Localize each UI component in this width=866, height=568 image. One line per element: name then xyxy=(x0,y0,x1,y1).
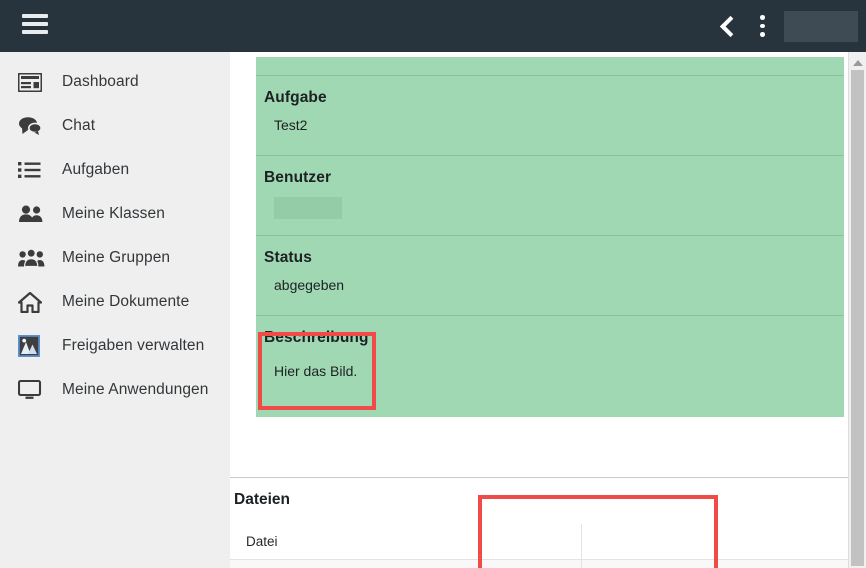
hamburger-bar xyxy=(22,22,48,26)
sidebar-item-dashboard[interactable]: Dashboard xyxy=(0,60,230,104)
table-row[interactable]: .png xyxy=(230,559,848,568)
hamburger-icon[interactable] xyxy=(22,14,50,38)
field-value: Hier das Bild. xyxy=(274,363,358,379)
field-label: Aufgabe xyxy=(264,89,327,106)
dashboard-icon xyxy=(18,70,46,94)
sidebar-item-chat[interactable]: Chat xyxy=(0,104,230,148)
sidebar-item-freigaben-verwalten[interactable]: Freigaben verwalten xyxy=(0,324,230,368)
home-icon xyxy=(18,290,46,314)
sidebar-item-label: Meine Klassen xyxy=(62,205,165,222)
scrollbar-thumb[interactable] xyxy=(851,70,864,566)
dateien-table: Datei .png xyxy=(230,523,848,568)
field-value-redacted xyxy=(274,197,342,219)
list-icon xyxy=(18,158,46,182)
content-area: Aufgabe Test2 Benutzer Status abgegeben … xyxy=(230,52,866,568)
vertical-scrollbar[interactable] xyxy=(848,52,866,568)
content-scroll-region: Aufgabe Test2 Benutzer Status abgegeben … xyxy=(230,52,848,568)
column-header-datei: Datei xyxy=(230,523,582,560)
cell-actions xyxy=(582,560,848,568)
hamburger-bar xyxy=(22,14,48,18)
cell-filename[interactable]: .png xyxy=(230,559,582,568)
kebab-dot xyxy=(759,23,765,29)
sidebar-item-aufgaben[interactable]: Aufgaben xyxy=(0,148,230,192)
field-label: Beschreibung xyxy=(264,329,369,346)
dateien-section: Dateien Datei .png xyxy=(230,478,848,568)
chevron-left-icon[interactable] xyxy=(714,13,740,39)
field-value: abgegeben xyxy=(274,277,345,293)
sidebar-item-meine-klassen[interactable]: Meine Klassen xyxy=(0,192,230,236)
task-detail-card: Aufgabe Test2 Benutzer Status abgegeben … xyxy=(256,57,844,417)
picture-frame-icon xyxy=(18,334,46,358)
sidebar-item-label: Dashboard xyxy=(62,73,139,90)
two-users-icon xyxy=(18,202,46,226)
field-beschreibung: Beschreibung Hier das Bild. xyxy=(256,315,844,397)
column-header-actions xyxy=(582,524,848,560)
kebab-vertical-icon[interactable] xyxy=(752,13,772,39)
field-label: Benutzer xyxy=(264,169,332,186)
field-label: Status xyxy=(264,249,312,266)
sidebar-item-meine-gruppen[interactable]: Meine Gruppen xyxy=(0,236,230,280)
table-header-row: Datei xyxy=(230,523,848,560)
chat-bubbles-icon xyxy=(18,114,46,138)
monitor-icon xyxy=(18,378,46,402)
field-status: Status abgegeben xyxy=(256,235,844,315)
sidebar-item-label: Chat xyxy=(62,117,96,134)
content-spacer xyxy=(230,425,848,477)
kebab-dot xyxy=(759,32,765,38)
account-button[interactable] xyxy=(784,10,858,42)
sidebar: Dashboard Chat Aufgaben Meine Klassen Me… xyxy=(0,52,230,568)
sidebar-item-label: Meine Dokumente xyxy=(62,293,190,310)
sidebar-item-label: Aufgaben xyxy=(62,161,130,178)
field-value: Test2 xyxy=(274,117,308,133)
field-aufgabe: Aufgabe Test2 xyxy=(256,75,844,155)
kebab-dot xyxy=(759,15,765,20)
sidebar-item-label: Freigaben verwalten xyxy=(62,337,205,354)
field-benutzer: Benutzer xyxy=(256,155,844,235)
sidebar-item-meine-anwendungen[interactable]: Meine Anwendungen xyxy=(0,368,230,412)
header-actions xyxy=(714,0,866,52)
sidebar-item-meine-dokumente[interactable]: Meine Dokumente xyxy=(0,280,230,324)
sidebar-item-label: Meine Anwendungen xyxy=(62,381,209,398)
hamburger-bar xyxy=(22,30,48,34)
three-users-icon xyxy=(18,246,46,270)
triangle-up-icon[interactable] xyxy=(849,55,866,69)
sidebar-item-label: Meine Gruppen xyxy=(62,249,171,266)
app-header xyxy=(0,0,866,52)
dateien-title: Dateien xyxy=(234,491,290,508)
